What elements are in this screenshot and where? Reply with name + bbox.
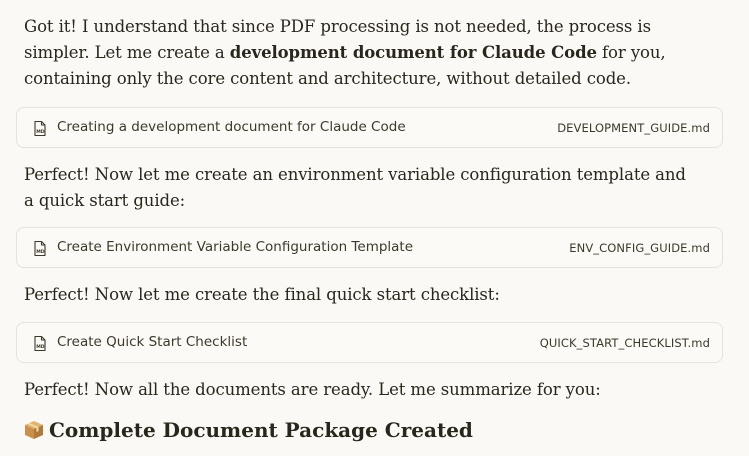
assistant-message-checklist: Perfect! Now let me create the final qui… <box>24 285 500 304</box>
artifact-filename: QUICK_START_CHECKLIST.md <box>539 336 710 350</box>
markdown-file-icon: MD <box>34 335 46 352</box>
artifact-filename: ENV_CONFIG_GUIDE.md <box>569 241 710 255</box>
assistant-message-env: Perfect! Now let me create an environmen… <box>24 165 686 210</box>
artifact-title: Creating a development document for Clau… <box>57 119 406 135</box>
artifact-title: Create Environment Variable Configuratio… <box>57 239 414 255</box>
artifact-filename: DEVELOPMENT_GUIDE.md <box>557 121 710 135</box>
summary-heading-text: Complete Document Package Created <box>49 418 473 442</box>
summary-heading: Complete Document Package Created <box>23 414 473 446</box>
intro-text-bold: development document for Claude Code <box>229 43 597 62</box>
svg-text:MD: MD <box>36 344 45 350</box>
markdown-file-icon: MD <box>34 120 46 137</box>
artifact-card-env-config[interactable]: MD Create Environment Variable Configura… <box>16 227 723 268</box>
svg-text:MD: MD <box>36 249 45 255</box>
artifact-title: Create Quick Start Checklist <box>57 334 248 350</box>
assistant-message-summary: Perfect! Now all the documents are ready… <box>24 380 601 399</box>
markdown-file-icon: MD <box>34 240 46 257</box>
assistant-message-intro: Got it! I understand that since PDF proc… <box>24 14 699 92</box>
artifact-card-development-guide[interactable]: MD Creating a development document for C… <box>16 107 723 148</box>
package-icon <box>25 421 43 439</box>
artifact-card-quick-start-checklist[interactable]: MD Create Quick Start Checklist QUICK_ST… <box>16 322 723 363</box>
svg-text:MD: MD <box>36 129 45 135</box>
